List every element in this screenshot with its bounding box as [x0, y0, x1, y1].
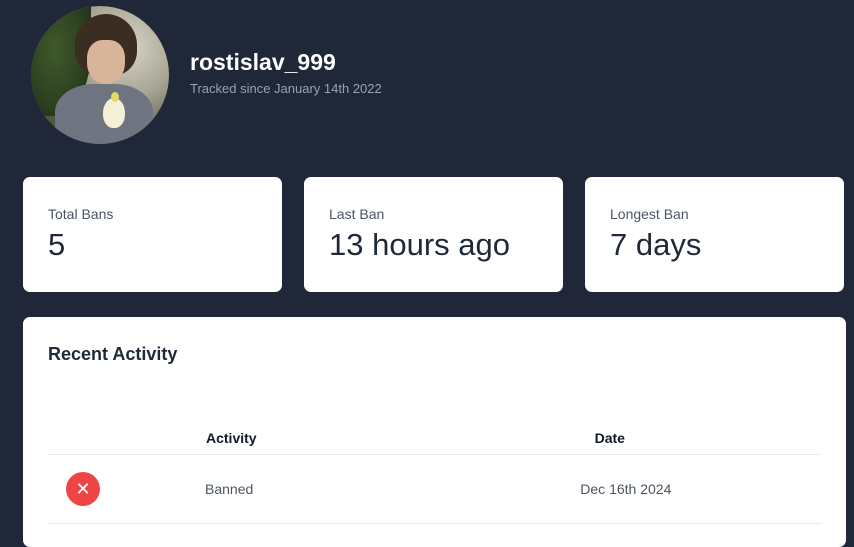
avatar-bird-crest: [111, 92, 119, 102]
stat-card-last-ban: Last Ban 13 hours ago: [304, 177, 563, 292]
date-cell: Dec 16th 2024: [580, 481, 672, 497]
tracked-since: Tracked since January 14th 2022: [190, 81, 382, 96]
activity-cell: Banned: [205, 481, 254, 497]
profile-header: rostislav_999 Tracked since January 14th…: [31, 6, 382, 144]
stat-label: Total Bans: [48, 206, 114, 222]
avatar: [31, 6, 169, 144]
stat-label: Longest Ban: [610, 206, 689, 222]
recent-activity-title: Recent Activity: [48, 344, 178, 364]
stat-value: 13 hours ago: [329, 227, 510, 262]
stat-label: Last Ban: [329, 206, 385, 222]
column-header-date: Date: [594, 429, 625, 446]
table-header: Activity Date: [48, 421, 821, 455]
stat-value: 7 days: [610, 227, 702, 262]
avatar-bird: [103, 98, 125, 128]
stat-card-longest-ban: Longest Ban 7 days: [585, 177, 844, 292]
user-info: rostislav_999 Tracked since January 14th…: [190, 48, 382, 96]
username: rostislav_999: [190, 49, 336, 75]
column-header-activity: Activity: [206, 429, 257, 446]
stat-value: 5: [48, 227, 66, 262]
close-icon: ✕: [66, 472, 100, 506]
avatar-face: [87, 40, 125, 84]
stat-card-total-bans: Total Bans 5: [23, 177, 282, 292]
activity-table: Activity Date ✕ Banned Dec 16th 2024: [48, 421, 821, 524]
stats-cards: Total Bans 5 Last Ban 13 hours ago Longe…: [23, 177, 844, 292]
recent-activity-panel: Recent Activity Activity Date ✕ Banned D…: [23, 317, 846, 547]
table-row: ✕ Banned Dec 16th 2024: [48, 455, 821, 524]
